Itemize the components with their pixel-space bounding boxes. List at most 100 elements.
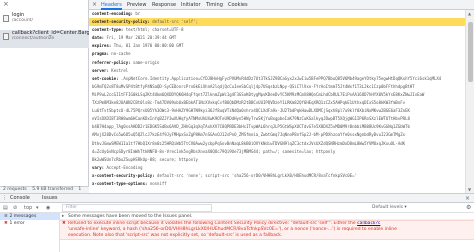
console-message-info: ▸ Some messages have been moved to the I… (60, 213, 474, 220)
detail-tabs: × Headers Preview Response Initiator Tim… (89, 0, 474, 10)
sidebar-toggle-icon[interactable]: ▤ (3, 204, 8, 212)
header-row: bG9mTQ2s8T8uMvSP4t8tfyP4NSaQD-SyCEDonrcP… (89, 83, 465, 91)
header-row: content-type: text/html; charset=UTF-8 (89, 26, 465, 34)
sidebar-item-label: 2 messages (9, 214, 37, 219)
error-icon: ✖ (4, 221, 8, 226)
tab-headers[interactable]: Headers (101, 0, 122, 10)
header-row: eVIsDXDI8T3RH8wm6HCanKDxInYqBZJY3wXUHqfy… (89, 115, 465, 123)
sidebar-item-messages[interactable]: ≡ 2 messages (0, 213, 59, 220)
info-icon: ▸ (62, 214, 65, 219)
console-sidebar: ≡ 2 messages ✖ 1 error (0, 213, 60, 252)
context-selector[interactable]: top (24, 204, 32, 212)
header-value: b4B7H4app_7Ag0ssAHDD2r1EDGK5SdBx6AVD_ZHh… (92, 124, 410, 130)
console-message-error: ✖ Refused to execute inline script becau… (60, 220, 474, 240)
header-key: pragma: (92, 51, 109, 57)
header-row: referrer-policy: same-origin (89, 59, 465, 67)
header-value: MiP9uL2ccGI1tFFIG0kLSq2Kt4Ukm6QXDDYQK6H4… (92, 91, 425, 97)
header-value: same-origin (132, 59, 160, 65)
list-icon: ≡ (4, 214, 8, 219)
header-value: d=ZcUy6vNcpSDyr8ImWhTtkNNFB-8v-Vrec1nk5v… (92, 148, 336, 154)
tab-issues[interactable]: Issues (42, 194, 58, 203)
header-row: set-cookie: .AspNetCore.Identity.Applica… (89, 75, 465, 83)
chevron-down-icon[interactable]: ▾ (36, 204, 39, 212)
response-headers: content-encoding: br content-security-pol… (89, 10, 465, 193)
tab-preview[interactable]: Preview (127, 0, 146, 10)
filter-input[interactable]: Filter (62, 204, 212, 212)
header-key: vary: (92, 164, 105, 170)
network-status-bar: 2 requests 5.9 kB transferred 1 (0, 186, 89, 193)
header-row: x-content-security-policy: default-src '… (89, 172, 465, 180)
header-row: d=ZcUy6vNcpSDyr8ImWhTtkNNFB-8v-Vrec1nk5v… (89, 148, 465, 156)
header-value: Accept-Encoding (106, 164, 143, 170)
header-key: content-type: (92, 27, 124, 33)
gear-icon[interactable]: ⚙ (466, 204, 471, 211)
close-icon[interactable]: × (92, 0, 97, 10)
error-icon: ✖ (62, 221, 66, 226)
request-path: /connect/authorize (12, 36, 55, 41)
header-value: no-cache (111, 51, 131, 57)
header-row: content-security-policy: default-src 'se… (89, 18, 465, 27)
scroll-down-icon[interactable]: ▼ (468, 187, 471, 192)
scroll-up-icon[interactable]: ▲ (468, 11, 471, 16)
header-value: nosniff (149, 180, 167, 186)
header-value: default-src 'none'; script-src 'sha256-o… (157, 172, 357, 178)
header-row: x-content-type-options: nosniff (89, 180, 465, 188)
header-key: expires: (92, 43, 112, 49)
header-row: pragma: no-cache (89, 50, 465, 58)
header-value: DtkvJGmwSMEW1Ia1tf7HbQ1Xr8n0z25HRQiWb5Tt… (92, 140, 406, 146)
request-list: × login /account/ callback?client_id=Cen… (0, 0, 89, 193)
close-icon[interactable]: × (3, 1, 9, 8)
sidebar-item-errors[interactable]: ✖ 1 error (0, 220, 59, 227)
vertical-scrollbar[interactable]: ▲ ▼ (465, 10, 474, 193)
header-key: set-cookie: (92, 75, 119, 81)
header-value: Thu, 01 Jan 1970 00:00:00 GMT (113, 43, 184, 49)
tab-response[interactable]: Response (152, 0, 176, 10)
drawer-tabs: ⋮ Console Issues × (0, 193, 474, 205)
header-row: date: Fri, 19 Mar 2021 20:39:44 GMT (89, 34, 465, 42)
request-count: 2 requests (3, 187, 27, 192)
header-value: bG9mTQ2s8T8uMvSP4t8tfyP4NSaQD-SyCEDonrcP… (92, 83, 415, 89)
document-icon (3, 33, 9, 40)
header-value: Fri, 19 Mar 2021 20:39:44 GMT (106, 35, 177, 41)
eye-icon[interactable]: ◉ (46, 204, 50, 212)
document-icon (3, 15, 9, 22)
close-icon[interactable]: × (465, 195, 470, 202)
message-text: execution. Note also that 'script-src' w… (68, 233, 283, 238)
tab-timing[interactable]: Timing (206, 0, 223, 10)
header-key: x-content-type-options: (92, 180, 148, 186)
scroll-thumb[interactable] (468, 22, 473, 82)
header-value: default-src 'self'; (152, 19, 198, 25)
tab-cookies[interactable]: Cookies (228, 0, 248, 10)
header-row: content-encoding: br (89, 10, 465, 18)
console-toolbar: ▤ ⊘ top ▾ ◉ Filter Default levels ▾ ⚙ (0, 203, 474, 213)
header-key: x-content-security-policy: (92, 172, 155, 178)
header-key: content-encoding: (92, 11, 133, 16)
header-value: Bk2wWSUn7cRbuZSupHSRkUp-88; secure; http… (92, 156, 198, 162)
header-value: .AspNetCore.Identity.Application=CfDJ8Hn… (120, 75, 442, 81)
source-link[interactable]: callback?c (357, 221, 380, 226)
tab-initiator[interactable]: Initiator (181, 0, 201, 10)
header-value: br (135, 11, 141, 16)
header-row: TXzPm8M3ke8JUA0N2CBt0ls8c-Tm47DV09xbUxBE… (89, 99, 465, 107)
header-value: Lu6tTvtSbptcU-4L75PQrsU05Yh3OWc3-9nHAZY9… (92, 108, 410, 114)
header-value: Kestrel (111, 67, 129, 73)
request-row-login[interactable]: login /account/ (0, 12, 89, 30)
header-row: AMxjX28DvCo5w6O5uQ5QZlcJ7kzE4f9JyFMHpxSx… (89, 131, 465, 139)
header-key: server: (92, 67, 109, 73)
header-row: MiP9uL2ccGI1tFFIG0kLSq2Kt4Ukm6QXDDYQK6H4… (89, 91, 465, 99)
header-value: AMxjX28DvCo5w6O5uQ5QZlcJ7kzE4f9JyFMHpxSx… (92, 132, 406, 138)
log-levels-dropdown[interactable]: Default levels ▾ (372, 204, 407, 212)
header-row: expires: Thu, 01 Jan 1970 00:00:00 GMT (89, 42, 465, 50)
clear-console-icon[interactable]: ⊘ (13, 204, 17, 212)
request-path: /account/ (12, 18, 33, 23)
request-row-callback[interactable]: callback?client_id=Center.Bargin... /con… (0, 30, 89, 48)
sidebar-item-label: 1 error (9, 221, 25, 226)
header-row: b4B7H4app_7Ag0ssAHDD2r1EDGK5SdBx6AVD_ZHh… (89, 123, 465, 131)
header-value: eVIsDXDI8T3RH8wm6HCanKDxInYqBZJY3wXUHqfy… (92, 116, 410, 122)
status-extra: 1 (78, 187, 82, 192)
message-text: Some messages have been moved to the Iss… (68, 214, 193, 219)
header-row: vary: Accept-Encoding (89, 164, 465, 172)
drawer-menu-icon[interactable]: ⋮ (2, 194, 7, 203)
header-row: Bk2wWSUn7cRbuZSupHSRkUp-88; secure; http… (89, 156, 465, 164)
console-messages: ▸ Some messages have been moved to the I… (60, 213, 474, 252)
